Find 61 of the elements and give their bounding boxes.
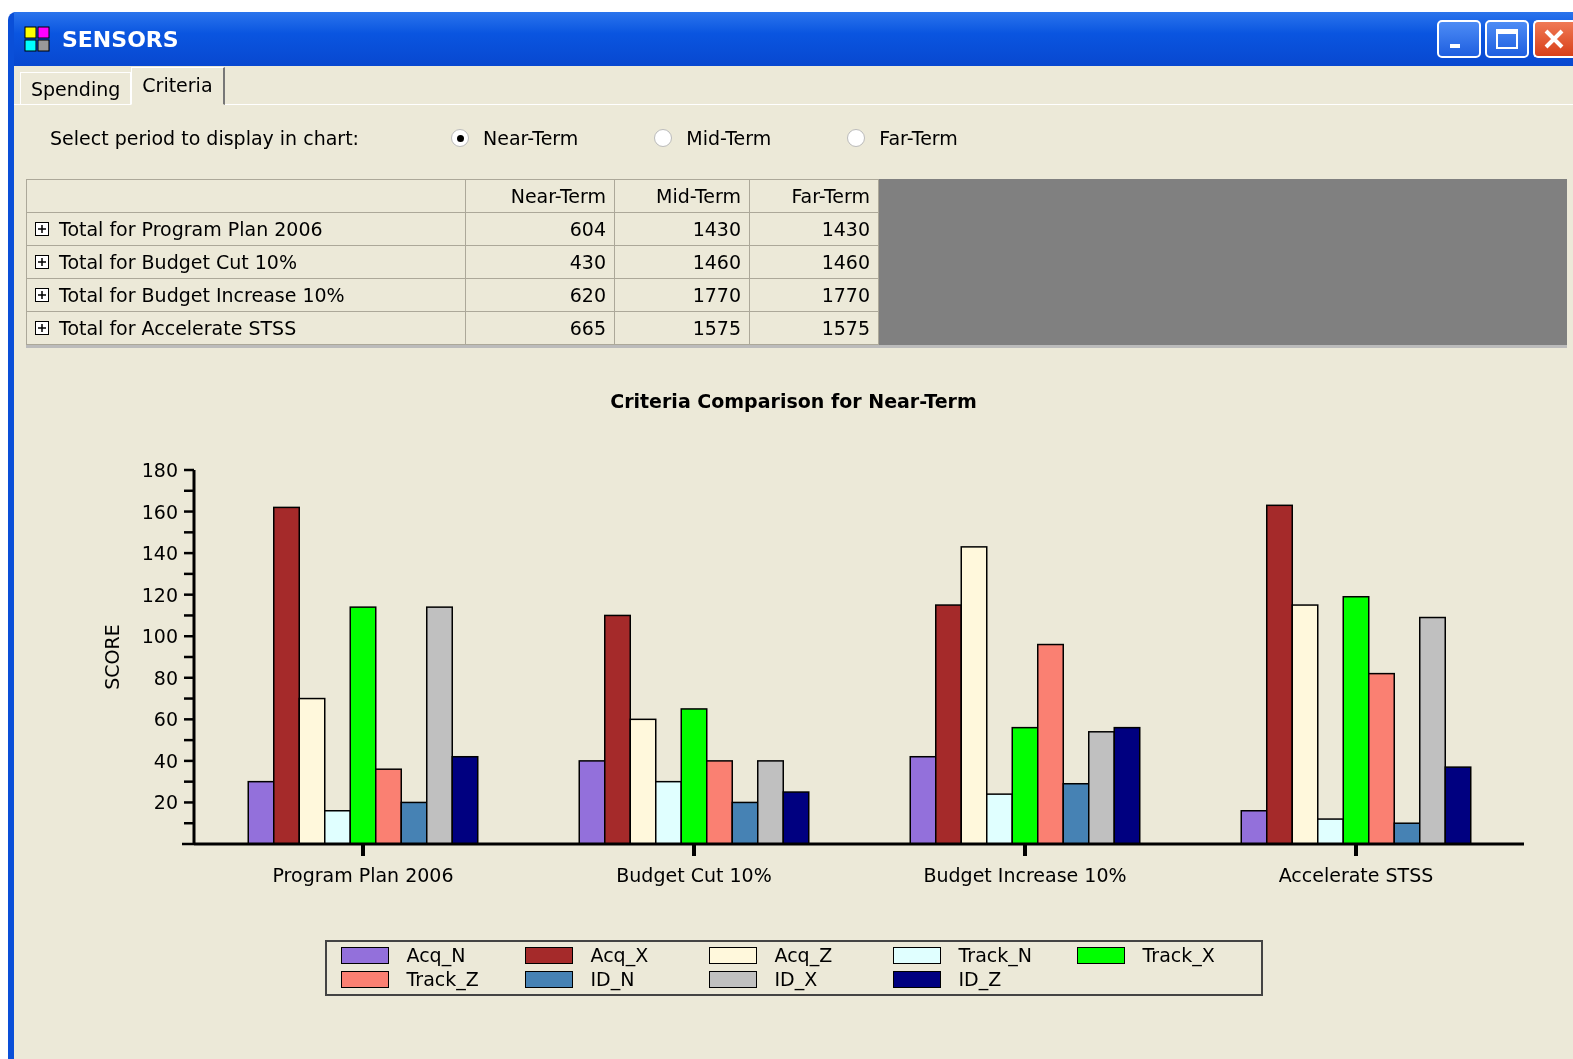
y-tick-label: 180 <box>141 459 178 481</box>
row-label: Total for Program Plan 2006 <box>59 218 323 240</box>
table-cell: 430 <box>465 245 615 279</box>
tab[interactable]: Spending <box>20 72 132 104</box>
expand-icon[interactable] <box>35 321 49 335</box>
app-icon <box>24 26 52 52</box>
legend-label: ID_Z <box>958 968 1002 990</box>
legend-label: Acq_X <box>590 944 649 966</box>
legend-label: Track_Z <box>406 968 479 990</box>
legend-label: Acq_Z <box>774 944 833 966</box>
table-cell: 1575 <box>749 311 879 345</box>
expand-icon[interactable] <box>35 288 49 302</box>
chart-title: Criteria Comparison for Near-Term <box>610 390 977 412</box>
close-icon <box>1542 27 1566 51</box>
table-cell: 1460 <box>749 245 879 279</box>
close-button[interactable] <box>1533 20 1573 58</box>
row-label: Total for Accelerate STSS <box>59 317 297 339</box>
x-tick-label: Program Plan 2006 <box>272 864 453 886</box>
table-cell: 1430 <box>614 212 750 246</box>
row-label: Total for Budget Cut 10% <box>59 251 297 273</box>
column-header: Far-Term <box>749 179 879 213</box>
y-tick-label: 140 <box>141 542 178 565</box>
y-tick-label: 20 <box>153 791 178 814</box>
y-tick-label: 100 <box>141 625 178 648</box>
period-label: Select period to display in chart: <box>50 127 359 149</box>
period-radio[interactable]: Far-Term <box>847 127 958 149</box>
legend-label: Acq_N <box>406 944 466 966</box>
expand-icon[interactable] <box>35 255 49 269</box>
x-tick-label: Budget Cut 10% <box>615 864 772 886</box>
y-tick-label: 60 <box>153 708 178 731</box>
x-tick-label: Budget Increase 10% <box>922 864 1127 886</box>
expand-icon[interactable] <box>35 222 49 236</box>
table-cell: 1460 <box>614 245 750 279</box>
x-tick-label: Accelerate STSS <box>1278 864 1433 886</box>
table-cell: 1770 <box>749 278 879 312</box>
y-tick-label: 120 <box>141 583 178 606</box>
tab[interactable]: Criteria <box>131 67 225 105</box>
table-cell: 620 <box>465 278 615 312</box>
y-tick-label: 80 <box>153 666 178 689</box>
y-tick-label: 40 <box>153 749 178 772</box>
column-header: Mid-Term <box>614 179 750 213</box>
y-tick-label: 160 <box>141 500 178 523</box>
table-cell: 604 <box>465 212 615 246</box>
legend-label: ID_X <box>774 968 818 990</box>
table-cell: 665 <box>465 311 615 345</box>
legend-label: Track_X <box>1142 944 1215 966</box>
legend-label: ID_N <box>590 968 635 990</box>
window-title: SENSORS <box>62 26 180 52</box>
maximize-button[interactable] <box>1485 20 1529 58</box>
period-radio[interactable]: Mid-Term <box>654 127 772 149</box>
legend-label: Track_N <box>958 944 1032 966</box>
table-cell: 1430 <box>749 212 879 246</box>
y-axis-title: SCORE <box>100 624 123 690</box>
maximize-icon <box>1495 28 1519 50</box>
period-radio[interactable]: Near-Term <box>451 127 579 149</box>
row-label: Total for Budget Increase 10% <box>59 284 345 306</box>
minimize-button[interactable] <box>1437 20 1481 58</box>
column-header: Near-Term <box>465 179 615 213</box>
table-cell: 1575 <box>614 311 750 345</box>
minimize-icon <box>1450 44 1460 48</box>
table-cell: 1770 <box>614 278 750 312</box>
